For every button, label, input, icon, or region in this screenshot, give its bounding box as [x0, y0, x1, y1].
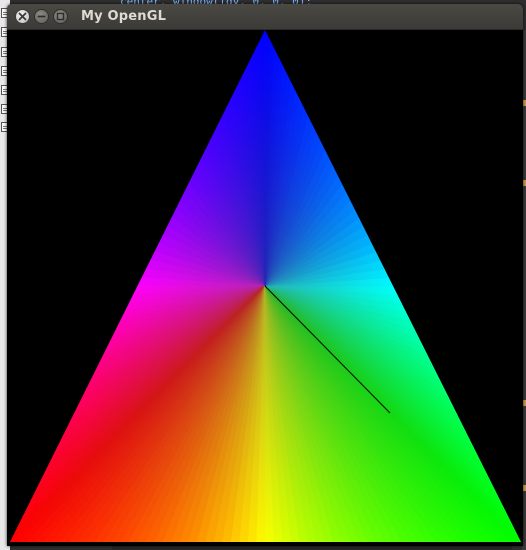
window-title: My OpenGL: [81, 9, 167, 24]
maximize-icon: [56, 12, 65, 21]
maximize-button[interactable]: [53, 9, 68, 24]
background-status-line: [112, 546, 512, 550]
gl-canvas[interactable]: [7, 30, 523, 546]
opengl-window[interactable]: My OpenGL: [7, 4, 523, 546]
rendered-triangle-scene: [10, 30, 521, 542]
title-bar[interactable]: My OpenGL: [7, 4, 523, 30]
close-icon: [18, 12, 27, 21]
desktop: center, window(fdy, 0, 0, 0);: [0, 0, 526, 550]
minimize-icon: [37, 15, 46, 18]
minimize-button[interactable]: [34, 9, 49, 24]
close-button[interactable]: [15, 9, 30, 24]
